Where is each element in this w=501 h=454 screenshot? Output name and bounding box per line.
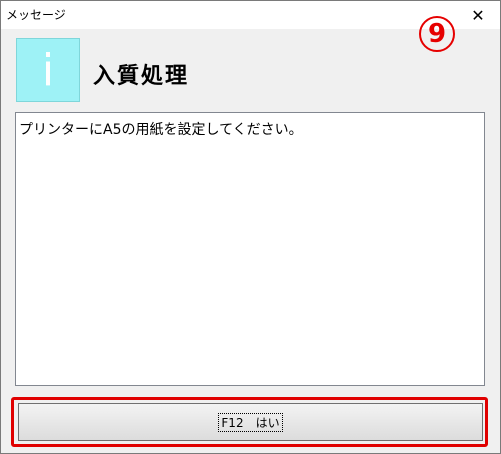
close-icon: ✕ <box>471 5 485 25</box>
message-text: プリンターにA5の用紙を設定してください。 <box>19 122 303 138</box>
yes-button-label: F12 はい <box>218 412 283 432</box>
yes-button[interactable]: F12 はい <box>18 403 483 441</box>
step-marker: 9 <box>419 16 455 52</box>
info-icon: i <box>16 38 80 102</box>
window-title: メッセージ <box>6 8 66 22</box>
dialog-heading: 入質処理 <box>93 64 190 89</box>
close-button[interactable]: ✕ <box>456 1 500 29</box>
message-text-area[interactable]: プリンターにA5の用紙を設定してください。 <box>15 112 485 386</box>
